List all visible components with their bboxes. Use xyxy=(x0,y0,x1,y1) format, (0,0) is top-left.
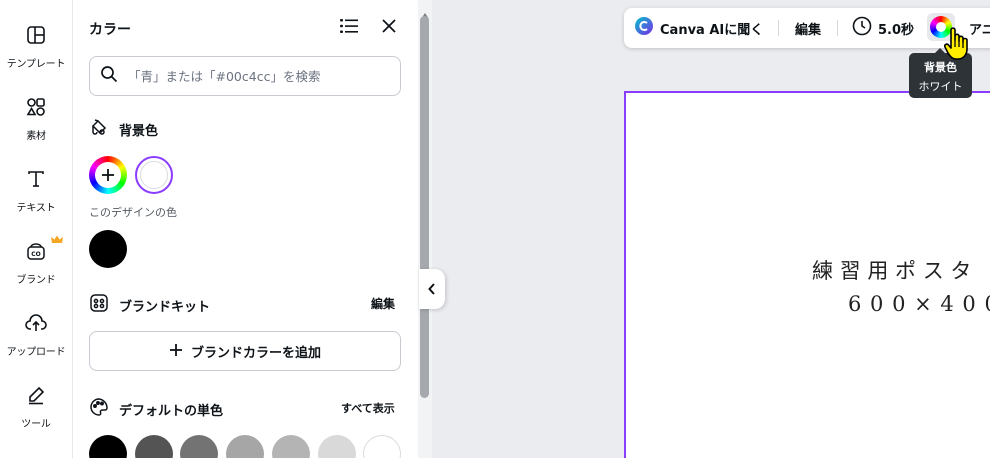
default-swatch[interactable] xyxy=(89,435,127,458)
rail-label-text: テキスト xyxy=(16,203,56,214)
background-color-heading: 背景色 xyxy=(119,123,159,139)
list-icon xyxy=(340,18,358,38)
close-icon xyxy=(381,18,397,38)
side-rail: テンプレート 素材 テキスト CO ブランド アップロード ツール xyxy=(0,0,73,458)
rail-item-brand[interactable]: CO ブランド xyxy=(0,235,72,298)
edit-button[interactable]: 編集 xyxy=(795,8,821,48)
default-swatch[interactable] xyxy=(363,435,401,458)
close-panel-button[interactable] xyxy=(375,14,403,42)
rail-item-templates[interactable]: テンプレート xyxy=(0,22,72,82)
upload-icon xyxy=(23,310,49,336)
plus-icon xyxy=(169,342,183,361)
layout-icon xyxy=(23,22,49,48)
brand-kit-edit-link[interactable]: 編集 xyxy=(371,295,395,312)
brand-kit-heading: ブランドキット xyxy=(119,299,211,315)
crown-icon xyxy=(51,229,63,248)
brand-kit-section: ブランドキット xyxy=(89,293,210,317)
collapse-panel-button[interactable] xyxy=(419,269,445,309)
background-color-section: 背景色 xyxy=(89,117,158,141)
elements-icon xyxy=(23,94,49,120)
panel-scrollbar-thumb[interactable] xyxy=(420,16,429,398)
toolbar-divider xyxy=(778,20,779,36)
list-view-button[interactable] xyxy=(335,14,363,42)
rail-item-uploads[interactable]: アップロード xyxy=(0,310,72,370)
toolbar-divider xyxy=(837,20,838,36)
chevron-left-icon xyxy=(428,280,436,299)
default-colors-section: デフォルトの単色 xyxy=(89,397,223,421)
brand-icon: CO xyxy=(23,238,49,264)
default-swatch[interactable] xyxy=(318,435,356,458)
canvas-text-size[interactable]: 6 0 0 × 4 0 0 xyxy=(848,292,990,316)
color-search-input[interactable] xyxy=(128,68,388,84)
search-icon xyxy=(100,65,118,87)
tooltip-value: ホワイト xyxy=(918,80,963,93)
scroll-up-arrow[interactable] xyxy=(421,4,429,19)
canva-ai-label: Canva AIに聞く xyxy=(660,22,764,38)
design-color-swatch[interactable] xyxy=(89,230,127,268)
canvas-text-title[interactable]: 練 習 用 ポ ス タ xyxy=(812,255,971,285)
rail-label-templates: テンプレート xyxy=(6,59,66,70)
design-colors-label: このデザインの色 xyxy=(89,206,177,219)
text-icon xyxy=(23,166,49,192)
default-swatch[interactable] xyxy=(226,435,264,458)
default-colors-heading: デフォルトの単色 xyxy=(119,403,224,419)
rail-label-brand: ブランド xyxy=(16,275,56,286)
plus-icon xyxy=(95,162,121,188)
default-swatch[interactable] xyxy=(272,435,310,458)
add-brand-color-label: ブランドカラーを追加 xyxy=(190,345,321,361)
duration-button[interactable]: 5.0秒 xyxy=(852,8,914,48)
default-swatch[interactable] xyxy=(180,435,218,458)
add-color-button[interactable] xyxy=(89,156,127,194)
paint-bucket-icon xyxy=(89,117,109,141)
clock-icon xyxy=(852,16,872,40)
canva-ai-button[interactable]: Canva AIに聞く xyxy=(634,8,763,48)
animate-button[interactable]: アニ xyxy=(969,8,990,48)
duration-label: 5.0秒 xyxy=(878,22,915,38)
canva-ai-icon xyxy=(634,16,654,40)
palette-icon xyxy=(89,397,109,421)
show-all-link[interactable]: すべて表示 xyxy=(341,400,395,416)
rail-item-elements[interactable]: 素材 xyxy=(0,94,72,154)
color-search-field[interactable] xyxy=(89,56,401,96)
white-background-swatch[interactable] xyxy=(135,156,173,194)
color-panel: カラー 背景色 このデザインの色 ブランドキット 編 xyxy=(73,0,416,458)
rail-item-tools[interactable]: ツール xyxy=(0,382,72,442)
add-brand-color-button[interactable]: ブランドカラーを追加 xyxy=(89,331,401,371)
pen-icon xyxy=(23,382,49,408)
rail-label-elements: 素材 xyxy=(26,131,46,142)
rail-item-text[interactable]: テキスト xyxy=(0,166,72,226)
rail-label-tools: ツール xyxy=(21,419,51,430)
hand-cursor-icon xyxy=(943,27,970,65)
rail-label-uploads: アップロード xyxy=(6,347,66,358)
brand-kit-icon xyxy=(89,293,109,317)
default-swatch[interactable] xyxy=(135,435,173,458)
panel-title: カラー xyxy=(89,22,131,38)
svg-text:CO: CO xyxy=(31,251,41,258)
